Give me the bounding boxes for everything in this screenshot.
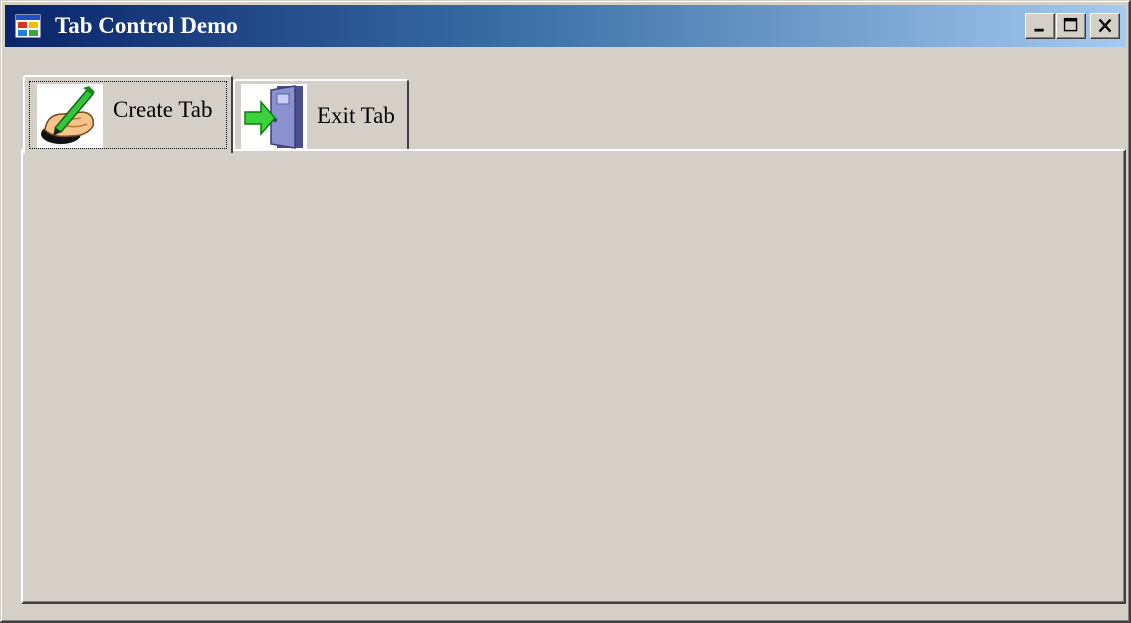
tab-create-image <box>37 84 103 148</box>
caption-buttons <box>1024 13 1120 39</box>
app-window: Tab Control Demo Create Tab Exit Tab <box>0 0 1131 623</box>
exit-door-icon <box>244 85 303 149</box>
close-icon <box>1098 18 1112 33</box>
tab-exit-image <box>241 84 307 150</box>
close-button[interactable] <box>1090 13 1120 39</box>
maximize-button[interactable] <box>1056 13 1086 39</box>
minimize-icon <box>1034 28 1044 32</box>
maximize-icon <box>1063 17 1078 32</box>
minimize-button[interactable] <box>1025 13 1055 39</box>
tab-page-content <box>21 149 1126 604</box>
window-title: Tab Control Demo <box>55 13 238 38</box>
tab-exit[interactable]: Exit Tab <box>233 79 409 151</box>
tab-create[interactable]: Create Tab <box>23 75 233 153</box>
hand-writing-pen-icon <box>41 86 95 144</box>
app-icon[interactable] <box>15 14 41 38</box>
tab-exit-label: Exit Tab <box>317 103 395 128</box>
title-bar[interactable]: Tab Control Demo <box>5 5 1126 47</box>
tab-create-label: Create Tab <box>113 97 213 122</box>
